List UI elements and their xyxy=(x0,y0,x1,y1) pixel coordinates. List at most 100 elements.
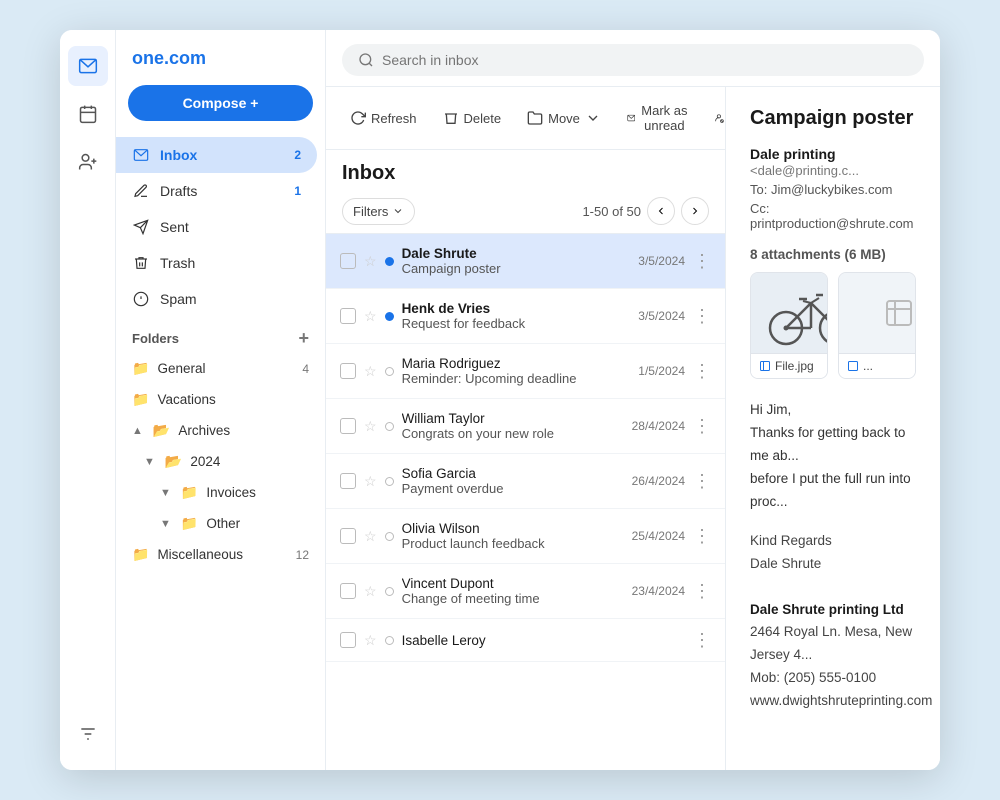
email-content: Henk de Vries Request for feedback xyxy=(402,301,631,331)
compose-button[interactable]: Compose + xyxy=(128,85,313,121)
nav-mail[interactable] xyxy=(68,46,108,86)
email-row[interactable]: ☆ Isabelle Leroy ⋮ xyxy=(326,619,725,662)
next-page-button[interactable] xyxy=(681,197,709,225)
email-sender: Isabelle Leroy xyxy=(402,633,685,648)
detail-sender-block: Dale printing <dale@printing.c... xyxy=(750,146,916,178)
move-button[interactable]: Move xyxy=(517,104,611,132)
read-indicator xyxy=(385,422,394,431)
email-checkbox[interactable] xyxy=(340,583,356,599)
email-row[interactable]: ☆ Sofia Garcia Payment overdue 26/4/2024… xyxy=(326,454,725,509)
more-options-icon[interactable]: ⋮ xyxy=(693,582,711,600)
email-checkbox[interactable] xyxy=(340,363,356,379)
folder-icon: 📂 xyxy=(153,422,170,439)
email-row[interactable]: ☆ Vincent Dupont Change of meeting time … xyxy=(326,564,725,619)
move-icon xyxy=(527,110,543,126)
search-input[interactable] xyxy=(382,52,908,68)
sent-label: Sent xyxy=(160,219,301,235)
folder-icon: 📁 xyxy=(181,515,198,532)
email-subject: Change of meeting time xyxy=(402,591,624,606)
folder-general[interactable]: 📁 General 4 xyxy=(116,353,325,384)
more-options-icon[interactable]: ⋮ xyxy=(693,417,711,435)
email-checkbox[interactable] xyxy=(340,253,356,269)
star-icon[interactable]: ☆ xyxy=(364,583,377,600)
sidebar-item-spam[interactable]: Spam xyxy=(116,281,317,317)
email-date: 25/4/2024 xyxy=(632,529,685,543)
attachment-filename-2: ... xyxy=(839,353,915,378)
mark-unread-button[interactable]: Mark as unread xyxy=(617,97,698,139)
sidebar: one.com Compose + Inbox 2 Drafts 1 xyxy=(116,30,326,770)
email-sender: Dale Shrute xyxy=(402,246,631,261)
star-icon[interactable]: ☆ xyxy=(364,528,377,545)
folder-icon: 📁 xyxy=(132,391,149,408)
nav-contacts[interactable] xyxy=(68,142,108,182)
chevron-left-icon xyxy=(655,205,667,217)
email-checkbox[interactable] xyxy=(340,528,356,544)
email-checkbox[interactable] xyxy=(340,418,356,434)
detail-cc: Cc: printproduction@shrute.com xyxy=(750,201,916,231)
prev-page-button[interactable] xyxy=(647,197,675,225)
refresh-button[interactable]: Refresh xyxy=(340,104,427,132)
email-row[interactable]: ☆ Olivia Wilson Product launch feedback … xyxy=(326,509,725,564)
folder-vacations[interactable]: 📁 Vacations xyxy=(116,384,325,415)
read-indicator xyxy=(385,477,394,486)
detail-to: To: Jim@luckybikes.com xyxy=(750,182,916,197)
email-row[interactable]: ☆ Dale Shrute Campaign poster 3/5/2024 ⋮ xyxy=(326,234,725,289)
spam-label: Spam xyxy=(160,291,301,307)
more-options-icon[interactable]: ⋮ xyxy=(693,631,711,649)
email-checkbox[interactable] xyxy=(340,473,356,489)
chevron-down-icon: ▼ xyxy=(160,518,171,530)
more-options-icon[interactable]: ⋮ xyxy=(693,362,711,380)
email-subject: Product launch feedback xyxy=(402,536,624,551)
add-folder-button[interactable]: + xyxy=(298,329,309,347)
chevron-right-icon xyxy=(689,205,701,217)
main-area: Refresh Delete Move xyxy=(326,30,940,770)
nav-filters[interactable] xyxy=(68,714,108,754)
folder-invoices[interactable]: ▼ 📁 Invoices xyxy=(116,477,325,508)
star-icon[interactable]: ☆ xyxy=(364,418,377,435)
block-icon xyxy=(714,110,724,126)
inbox-title: Inbox xyxy=(342,162,395,185)
star-icon[interactable]: ☆ xyxy=(364,363,377,380)
folders-header: Folders + xyxy=(116,317,325,353)
star-icon[interactable]: ☆ xyxy=(364,632,377,649)
sidebar-item-inbox[interactable]: Inbox 2 xyxy=(116,137,317,173)
spam-icon xyxy=(132,290,150,308)
email-checkbox[interactable] xyxy=(340,308,356,324)
email-content: Sofia Garcia Payment overdue xyxy=(402,466,624,496)
delete-button[interactable]: Delete xyxy=(433,104,512,132)
star-icon[interactable]: ☆ xyxy=(364,253,377,270)
attachment-item[interactable]: File.jpg xyxy=(750,272,828,379)
email-row[interactable]: ☆ Henk de Vries Request for feedback 3/5… xyxy=(326,289,725,344)
folder-archives[interactable]: ▲ 📂 Archives xyxy=(116,415,325,446)
detail-body: Hi Jim, Thanks for getting back to me ab… xyxy=(750,399,916,514)
email-list-area: Refresh Delete Move xyxy=(326,87,726,770)
folder-other[interactable]: ▼ 📁 Other xyxy=(116,508,325,539)
more-options-icon[interactable]: ⋮ xyxy=(693,527,711,545)
filters-button[interactable]: Filters xyxy=(342,198,415,225)
folder-2024[interactable]: ▼ 📂 2024 xyxy=(116,446,325,477)
email-sender: Vincent Dupont xyxy=(402,576,624,591)
detail-sender-name: Dale printing xyxy=(750,146,836,162)
email-subject: Reminder: Upcoming deadline xyxy=(402,371,631,386)
sidebar-item-sent[interactable]: Sent xyxy=(116,209,317,245)
email-row[interactable]: ☆ Maria Rodriguez Reminder: Upcoming dea… xyxy=(326,344,725,399)
unread-indicator xyxy=(385,257,394,266)
folder-miscellaneous[interactable]: 📁 Miscellaneous 12 xyxy=(116,539,325,570)
block-sender-button[interactable]: Block sender xyxy=(704,97,726,139)
sidebar-item-drafts[interactable]: Drafts 1 xyxy=(116,173,317,209)
nav-calendar[interactable] xyxy=(68,94,108,134)
star-icon[interactable]: ☆ xyxy=(364,473,377,490)
email-row[interactable]: ☆ William Taylor Congrats on your new ro… xyxy=(326,399,725,454)
file-icon xyxy=(847,360,859,372)
sidebar-item-trash[interactable]: Trash xyxy=(116,245,317,281)
star-icon[interactable]: ☆ xyxy=(364,308,377,325)
attachment-item[interactable]: ... xyxy=(838,272,916,379)
detail-sender-info: Dale printing <dale@printing.c... xyxy=(750,146,916,178)
more-options-icon[interactable]: ⋮ xyxy=(693,472,711,490)
more-options-icon[interactable]: ⋮ xyxy=(693,252,711,270)
detail-signature: Kind Regards Dale Shrute Dale Shrute pri… xyxy=(750,530,916,714)
icon-rail xyxy=(60,30,116,770)
email-checkbox[interactable] xyxy=(340,632,356,648)
more-options-icon[interactable]: ⋮ xyxy=(693,307,711,325)
search-icon xyxy=(358,52,374,68)
